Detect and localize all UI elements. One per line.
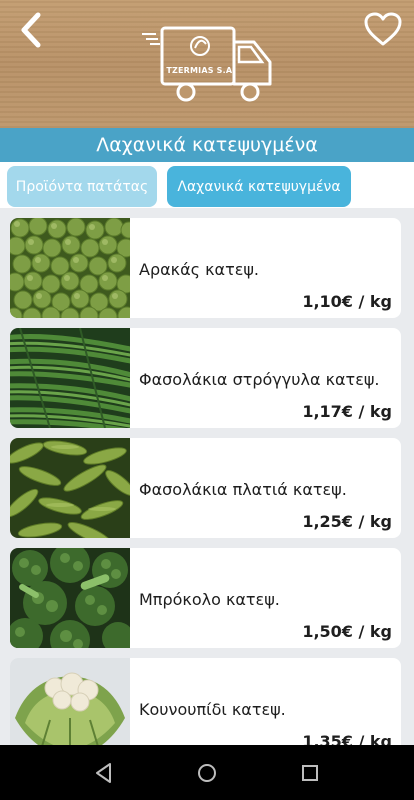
chevron-left-icon: [21, 12, 41, 48]
product-image-peas: [10, 218, 130, 318]
tab-frozen-vegetables[interactable]: Λαχανικά κατεψυγμένα: [167, 166, 351, 207]
product-name: Αρακάς κατεψ.: [139, 260, 259, 279]
product-card[interactable]: Φασολάκια πλατιά κατεψ. 1,25€ / kg: [10, 438, 401, 538]
product-price: 1,17€ / kg: [302, 402, 392, 421]
category-tabs: Προϊόντα πατάτας Λαχανικά κατεψυγμένα: [0, 162, 414, 208]
back-button[interactable]: [14, 10, 48, 50]
system-nav-bar: [0, 745, 414, 800]
product-name: Φασολάκια στρόγγυλα κατεψ.: [139, 370, 380, 389]
product-price: 1,50€ / kg: [302, 622, 392, 641]
product-price: 1,25€ / kg: [302, 512, 392, 531]
product-image-broccoli: [10, 548, 130, 648]
product-image-flat-beans: [10, 438, 130, 538]
logo-text: TZERMIAS S.A.: [166, 66, 236, 75]
heart-outline-icon: [364, 12, 402, 46]
product-card[interactable]: Φασολάκια στρόγγυλα κατεψ. 1,17€ / kg: [10, 328, 401, 428]
favorites-button[interactable]: [362, 10, 404, 48]
product-name: Μπρόκολο κατεψ.: [139, 590, 280, 609]
product-card[interactable]: Κουνουπίδι κατεψ. 1,35€ / kg: [10, 658, 401, 745]
tab-potato-products[interactable]: Προϊόντα πατάτας: [7, 166, 157, 207]
product-name: Κουνουπίδι κατεψ.: [139, 700, 286, 719]
triangle-back-icon: [96, 763, 111, 783]
product-image-green-beans: [10, 328, 130, 428]
company-logo: TZERMIAS S.A.: [140, 22, 276, 106]
product-image-cauliflower: [10, 658, 130, 745]
nav-recents-button[interactable]: [296, 759, 324, 787]
product-list[interactable]: Αρακάς κατεψ. 1,10€ / kg Φασολάκια στρόγ: [0, 208, 414, 745]
header: TZERMIAS S.A.: [0, 0, 414, 128]
nav-home-button[interactable]: [193, 759, 221, 787]
nav-back-button[interactable]: [90, 759, 118, 787]
category-title-bar: Λαχανικά κατεψυγμένα: [0, 128, 414, 162]
product-card[interactable]: Μπρόκολο κατεψ. 1,50€ / kg: [10, 548, 401, 648]
product-price: 1,35€ / kg: [302, 732, 392, 745]
product-card[interactable]: Αρακάς κατεψ. 1,10€ / kg: [10, 218, 401, 318]
circle-home-icon: [198, 764, 216, 782]
page-title: Λαχανικά κατεψυγμένα: [96, 134, 318, 156]
product-name: Φασολάκια πλατιά κατεψ.: [139, 480, 347, 499]
square-recents-icon: [302, 765, 318, 781]
product-price: 1,10€ / kg: [302, 292, 392, 311]
